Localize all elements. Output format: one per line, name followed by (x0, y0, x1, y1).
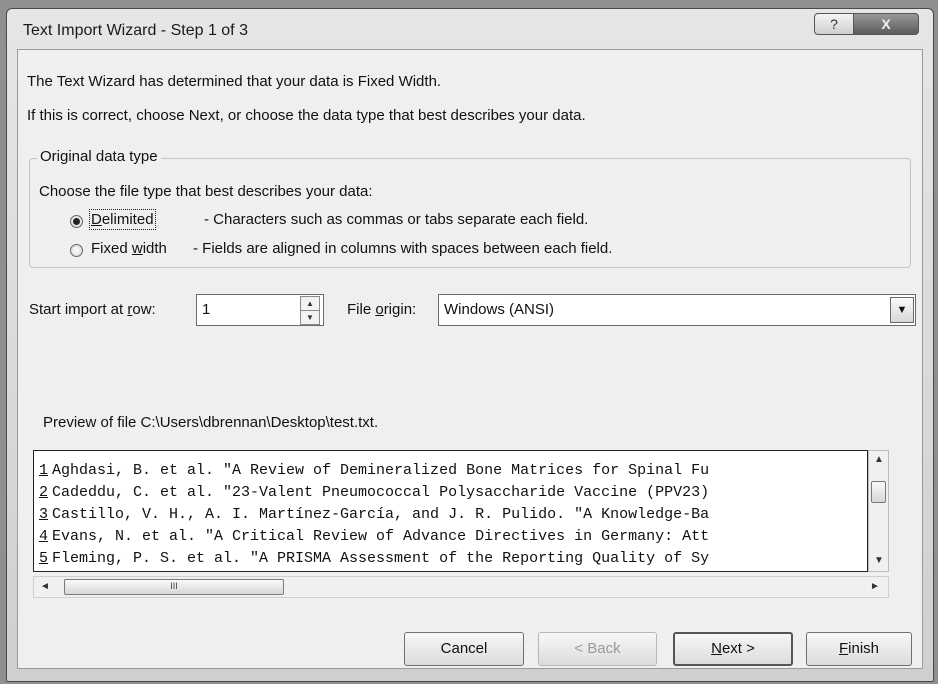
fixed-width-radio[interactable] (70, 244, 83, 257)
preview-label: Preview of file C:\Users\dbrennan\Deskto… (43, 414, 379, 431)
help-icon: ? (830, 16, 838, 32)
delimited-label-rest: elimited (101, 211, 154, 228)
label-part: ow: (132, 301, 156, 318)
fixed-width-description: - Fields are aligned in columns with spa… (193, 240, 613, 257)
back-button[interactable]: < Back (538, 632, 657, 666)
title-bar: Text Import Wizard - Step 1 of 3 ? X (7, 9, 933, 49)
label-part: Fixed (91, 240, 132, 257)
label-part: File (347, 301, 376, 318)
intro-line-1: The Text Wizard has determined that your… (27, 73, 442, 90)
next-button[interactable]: Next > (673, 632, 793, 666)
close-icon: X (881, 16, 891, 32)
row-number: 3 (38, 506, 48, 523)
label-part: idth (142, 240, 167, 257)
spin-down-icon: ▼ (306, 313, 314, 322)
preview-horizontal-scrollbar[interactable]: ◄ III ► (33, 576, 889, 598)
spin-up-button[interactable]: ▲ (300, 296, 320, 311)
mnemonic: w (131, 240, 143, 257)
label-part: rigin: (383, 301, 417, 318)
scroll-left-icon[interactable]: ◄ (40, 581, 50, 592)
delimited-label[interactable]: Delimited (89, 209, 156, 230)
text-import-wizard-dialog: Text Import Wizard - Step 1 of 3 ? X The… (6, 8, 934, 682)
start-row-label: Start import at row: (29, 301, 156, 318)
label-part: ext > (721, 640, 755, 657)
preview-row: 2 Cadeddu, C. et al. "23-Valent Pneumococ… (34, 484, 709, 506)
help-button[interactable]: ? (814, 13, 854, 35)
row-text: Evans, N. et al. "A Critical Review of A… (52, 528, 710, 545)
scroll-up-icon[interactable]: ▲ (874, 454, 884, 465)
file-origin-select[interactable]: Windows (ANSI) (438, 294, 916, 326)
row-text: Cadeddu, C. et al. "23-Valent Pneumococc… (52, 484, 710, 501)
row-number: 1 (38, 462, 48, 479)
grip-icon: III (170, 581, 178, 591)
row-number: 5 (38, 550, 48, 567)
dialog-title: Text Import Wizard - Step 1 of 3 (23, 22, 248, 39)
file-type-prompt: Choose the file type that best describes… (39, 183, 373, 200)
mnemonic: N (711, 640, 722, 657)
dialog-body: The Text Wizard has determined that your… (17, 49, 923, 669)
vertical-scroll-thumb[interactable] (871, 481, 886, 503)
close-button[interactable]: X (853, 13, 919, 35)
spin-down-button[interactable]: ▼ (300, 310, 320, 325)
finish-button[interactable]: Finish (806, 632, 912, 666)
data-preview[interactable]: 1 Aghdasi, B. et al. "A Review of Deminer… (33, 450, 868, 572)
scroll-down-icon[interactable]: ▼ (874, 555, 884, 566)
cancel-button[interactable]: Cancel (404, 632, 524, 666)
preview-row: 5 Fleming, P. S. et al. "A PRISMA Assessm… (34, 550, 710, 571)
preview-vertical-scrollbar[interactable]: ▲ ▼ (868, 450, 889, 572)
intro-line-2: If this is correct, choose Next, or choo… (27, 107, 586, 124)
mnemonic: D (91, 211, 102, 228)
original-data-type-group: Original data type Choose the file type … (29, 148, 911, 268)
row-number: 4 (38, 528, 48, 545)
mnemonic: o (375, 301, 384, 318)
row-text: Castillo, V. H., A. I. Martínez-García, … (52, 506, 710, 523)
fixed-width-label[interactable]: Fixed width (91, 240, 167, 257)
row-number: 2 (38, 484, 48, 501)
file-origin-label: File origin: (347, 301, 416, 318)
label-part: Start import at (29, 301, 128, 318)
chevron-down-icon: ▼ (896, 304, 908, 316)
spin-up-icon: ▲ (306, 299, 314, 308)
scroll-right-icon[interactable]: ► (870, 581, 880, 592)
label-part: inish (848, 640, 880, 657)
file-origin-dropdown-button[interactable]: ▼ (890, 297, 914, 323)
mnemonic: F (838, 640, 849, 657)
delimited-description: - Characters such as commas or tabs sepa… (204, 211, 589, 228)
preview-row: 1 Aghdasi, B. et al. "A Review of Deminer… (34, 462, 709, 484)
row-text: Aghdasi, B. et al. "A Review of Deminera… (52, 462, 710, 479)
row-text: Fleming, P. S. et al. "A PRISMA Assessme… (52, 550, 710, 567)
horizontal-scroll-thumb[interactable]: III (64, 579, 284, 595)
preview-row: 4 Evans, N. et al. "A Critical Review of … (34, 528, 709, 550)
preview-row: 3 Castillo, V. H., A. I. Martínez-García,… (34, 506, 709, 528)
group-label: Original data type (37, 148, 161, 165)
delimited-radio[interactable] (70, 215, 83, 228)
